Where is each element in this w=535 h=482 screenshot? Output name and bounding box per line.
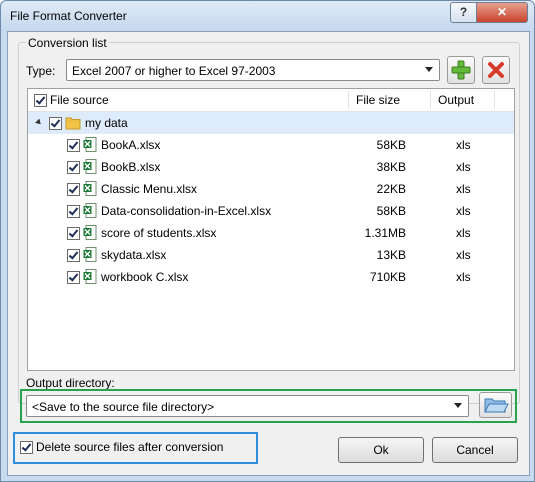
file-output-format: xls <box>456 226 471 240</box>
file-checkbox[interactable] <box>67 139 80 152</box>
excel-file-icon <box>83 225 97 240</box>
file-output-format: xls <box>456 204 471 218</box>
file-name: Data-consolidation-in-Excel.xlsx <box>101 204 272 218</box>
file-checkbox[interactable] <box>67 271 80 284</box>
excel-file-icon <box>83 137 97 152</box>
file-format-converter-window: File Format Converter ? ✕ Conversion lis… <box>0 0 535 482</box>
file-name: Classic Menu.xlsx <box>101 182 198 196</box>
dialog-body: Conversion list Type: Excel 2007 or high… <box>7 31 530 476</box>
window-title: File Format Converter <box>10 9 127 23</box>
file-row[interactable]: BookB.xlsx 38KB xls <box>28 156 514 178</box>
file-name: BookB.xlsx <box>101 160 161 174</box>
select-all-checkbox[interactable] <box>34 94 47 107</box>
add-button[interactable] <box>447 56 475 84</box>
folder-row[interactable]: my data <box>28 112 514 134</box>
file-name: BookA.xlsx <box>101 138 161 152</box>
column-header-output[interactable]: Output <box>438 93 474 107</box>
file-size: 38KB <box>376 160 406 174</box>
excel-file-icon <box>83 269 97 284</box>
file-output-format: xls <box>456 160 471 174</box>
file-name: skydata.xlsx <box>101 248 167 262</box>
output-directory-value: <Save to the source file directory> <box>32 400 215 414</box>
cancel-button[interactable]: Cancel <box>432 437 518 463</box>
expand-collapse-icon[interactable] <box>35 118 43 127</box>
folder-checkbox[interactable] <box>49 117 62 130</box>
file-checkbox[interactable] <box>67 205 80 218</box>
file-size: 58KB <box>376 138 406 152</box>
file-checkbox[interactable] <box>67 161 80 174</box>
file-size: 13KB <box>376 248 406 262</box>
output-directory-highlight: <Save to the source file directory> <box>20 389 517 423</box>
file-name: score of students.xlsx <box>101 226 217 240</box>
chevron-down-icon <box>454 403 462 408</box>
folder-name: my data <box>85 116 128 130</box>
delete-source-checkbox[interactable] <box>20 441 33 454</box>
file-checkbox[interactable] <box>67 227 80 240</box>
ok-button[interactable]: Ok <box>338 437 424 463</box>
output-directory-dropdown[interactable]: <Save to the source file directory> <box>26 395 469 417</box>
file-name: workbook C.xlsx <box>101 270 189 284</box>
column-header-file-size[interactable]: File size <box>356 93 400 107</box>
close-button[interactable]: ✕ <box>476 2 528 23</box>
delete-source-label[interactable]: Delete source files after conversion <box>36 440 223 454</box>
file-output-format: xls <box>456 248 471 262</box>
file-output-format: xls <box>456 182 471 196</box>
type-dropdown[interactable]: Excel 2007 or higher to Excel 97-2003 <box>66 59 440 81</box>
title-bar: File Format Converter ? ✕ <box>1 1 534 31</box>
remove-button[interactable] <box>482 56 510 84</box>
excel-file-icon <box>83 247 97 262</box>
file-checkbox[interactable] <box>67 183 80 196</box>
browse-folder-button[interactable] <box>479 392 512 418</box>
file-size: 1.31MB <box>364 226 406 240</box>
file-checkbox[interactable] <box>67 249 80 262</box>
file-row[interactable]: BookA.xlsx 58KB xls <box>28 134 514 156</box>
file-list[interactable]: File source File size Output my data Boo… <box>27 88 515 371</box>
output-directory-label: Output directory: <box>26 376 115 390</box>
file-row[interactable]: skydata.xlsx 13KB xls <box>28 244 514 266</box>
type-dropdown-value: Excel 2007 or higher to Excel 97-2003 <box>72 64 276 78</box>
file-output-format: xls <box>456 270 471 284</box>
excel-file-icon <box>83 203 97 218</box>
folder-open-icon <box>484 398 509 413</box>
type-label: Type: <box>26 64 56 78</box>
chevron-down-icon <box>425 67 433 72</box>
file-row[interactable]: score of students.xlsx 1.31MB xls <box>28 222 514 244</box>
file-size: 710KB <box>369 270 406 284</box>
column-header-file-source[interactable]: File source <box>50 93 109 107</box>
excel-file-icon <box>83 159 97 174</box>
file-row[interactable]: Data-consolidation-in-Excel.xlsx 58KB xl… <box>28 200 514 222</box>
conversion-list-label: Conversion list <box>26 36 109 50</box>
excel-file-icon <box>83 181 97 196</box>
file-row[interactable]: workbook C.xlsx 710KB xls <box>28 266 514 288</box>
green-plus-icon <box>451 60 471 80</box>
file-row[interactable]: Classic Menu.xlsx 22KB xls <box>28 178 514 200</box>
delete-source-highlight: Delete source files after conversion <box>13 432 258 464</box>
file-output-format: xls <box>456 138 471 152</box>
folder-icon <box>65 117 81 130</box>
file-size: 22KB <box>376 182 406 196</box>
file-list-header: File source File size Output <box>28 89 514 112</box>
file-size: 58KB <box>376 204 406 218</box>
red-x-icon <box>488 62 504 78</box>
help-button[interactable]: ? <box>450 2 477 23</box>
